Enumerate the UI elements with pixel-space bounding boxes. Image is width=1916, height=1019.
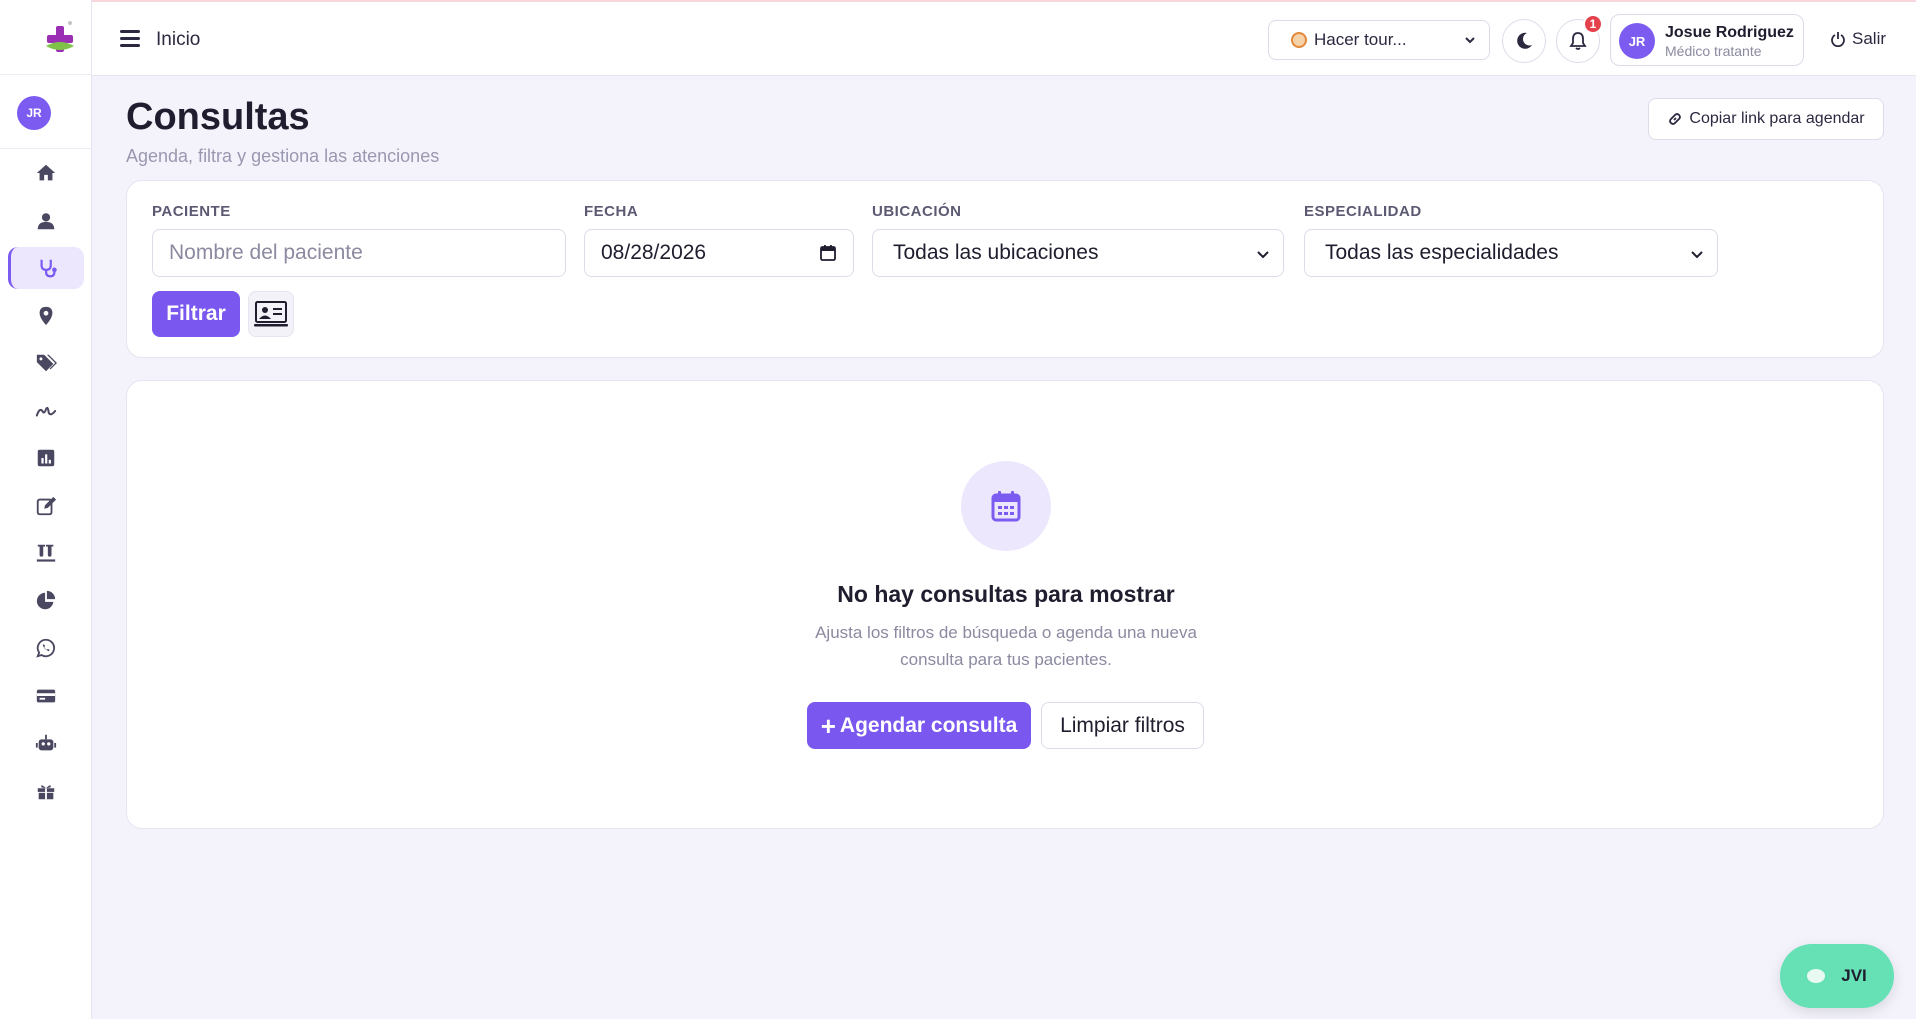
specialty-value: Todas las especialidades: [1325, 241, 1559, 264]
user-menu[interactable]: JR Josue Rodriguez Médico tratante: [1610, 14, 1804, 66]
sidebar-item-payments[interactable]: [8, 675, 84, 717]
sidebar-item-rewards[interactable]: [8, 770, 84, 812]
specialty-select[interactable]: Todas las especialidades: [1304, 229, 1718, 277]
logout-button[interactable]: Salir: [1830, 29, 1886, 49]
compass-icon: [1291, 32, 1307, 48]
date-field[interactable]: 08/28/2026: [584, 229, 854, 277]
edit-icon: [36, 496, 57, 516]
sidebar: JR: [0, 0, 92, 1019]
signature-icon: [35, 406, 57, 417]
sidebar-item-whatsapp[interactable]: [8, 627, 84, 669]
link-icon: [1669, 113, 1682, 125]
copy-link-button[interactable]: Copiar link para agendar: [1648, 98, 1884, 140]
plus-icon: +: [820, 710, 836, 741]
clear-filters-button[interactable]: Limpiar filtros: [1041, 702, 1204, 749]
sidebar-item-lab[interactable]: [8, 532, 84, 574]
bar-chart-icon: [37, 449, 55, 467]
tour-select-value: Hacer tour...: [1314, 30, 1407, 49]
sidebar-item-notes[interactable]: [8, 485, 84, 527]
sidebar-item-consultations[interactable]: [8, 247, 84, 289]
sidebar-item-home[interactable]: [8, 152, 84, 194]
sidebar-item-reports[interactable]: [8, 437, 84, 479]
chevron-down-icon: [1691, 251, 1703, 259]
sidebar-divider: [0, 74, 92, 75]
robot-icon: [35, 734, 57, 751]
top-header: Inicio Hacer tour... 1 JR Josue Rodrigue…: [92, 2, 1916, 76]
empty-state-title: No hay consultas para mostrar: [837, 581, 1175, 607]
specialty-label: ESPECIALIDAD: [1304, 203, 1422, 220]
patient-search-input[interactable]: Nombre del paciente: [152, 229, 566, 277]
sidebar-item-tags[interactable]: [8, 342, 84, 384]
logout-label: Salir: [1852, 29, 1887, 48]
schedule-button-label: Agendar consulta: [839, 713, 1018, 737]
sidebar-item-locations[interactable]: [8, 295, 84, 337]
sidebar-avatar[interactable]: JR: [17, 96, 51, 130]
pie-chart-icon: [36, 590, 56, 610]
vials-icon: [36, 544, 56, 562]
menu-toggle-icon[interactable]: [120, 30, 140, 48]
whatsapp-icon: [36, 638, 55, 658]
sidebar-item-patients[interactable]: [8, 200, 84, 242]
consultations-list: No hay consultas para mostrar Ajusta los…: [126, 380, 1884, 829]
chat-assistant-button[interactable]: JVI: [1780, 944, 1894, 1008]
empty-state-description: Ajusta los filtros de búsqueda o agenda …: [815, 623, 1197, 669]
empty-state-badge: [961, 461, 1051, 551]
credit-card-icon: [36, 689, 56, 703]
avatar: JR: [1619, 23, 1655, 59]
app-logo[interactable]: [44, 18, 76, 62]
theme-toggle-button[interactable]: [1502, 19, 1546, 63]
video-consult-icon: [254, 301, 288, 327]
filter-panel: PACIENTE Nombre del paciente FECHA 08/28…: [126, 180, 1884, 358]
location-select[interactable]: Todas las ubicaciones: [872, 229, 1284, 277]
home-icon: [36, 164, 56, 181]
map-pin-icon: [39, 306, 53, 326]
sidebar-item-statistics[interactable]: [8, 580, 84, 622]
user-icon: [37, 213, 55, 230]
chevron-down-icon: [1257, 251, 1269, 259]
date-label: FECHA: [584, 203, 639, 220]
sidebar-divider: [0, 148, 92, 149]
moon-icon: [1517, 32, 1532, 49]
patient-label: PACIENTE: [152, 203, 231, 220]
page-subtitle: Agenda, filtra y gestiona las atenciones: [126, 146, 440, 166]
calendar-icon[interactable]: [819, 244, 837, 262]
telemedicine-button[interactable]: [248, 291, 294, 337]
copy-link-label: Copiar link para agendar: [1689, 110, 1865, 127]
tour-select[interactable]: Hacer tour...: [1268, 20, 1490, 60]
chat-bubble-icon: [1807, 969, 1826, 983]
notifications-button[interactable]: 1: [1556, 14, 1603, 63]
notification-badge: 1: [1583, 14, 1603, 34]
chat-label: JVI: [1841, 966, 1867, 985]
tags-icon: [36, 354, 57, 372]
date-value: 08/28/2026: [601, 241, 707, 264]
sidebar-item-signature[interactable]: [8, 390, 84, 432]
bell-icon: [1569, 32, 1587, 50]
schedule-consultation-button[interactable]: + Agendar consulta: [807, 702, 1031, 749]
location-label: UBICACIÓN: [872, 203, 962, 220]
location-value: Todas las ubicaciones: [893, 241, 1099, 264]
filter-button[interactable]: Filtrar: [152, 291, 240, 337]
user-name: Josue Rodriguez: [1665, 24, 1794, 41]
power-icon: [1831, 32, 1845, 47]
gift-icon: [37, 785, 55, 800]
header-title[interactable]: Inicio: [156, 29, 200, 51]
user-role: Médico tratante: [1665, 43, 1762, 59]
sidebar-item-assistant[interactable]: [8, 722, 84, 764]
stethoscope-icon: [39, 259, 57, 278]
calendar-icon: [991, 491, 1021, 522]
page-title: Consultas: [126, 96, 310, 138]
chevron-down-icon: [1465, 37, 1475, 44]
